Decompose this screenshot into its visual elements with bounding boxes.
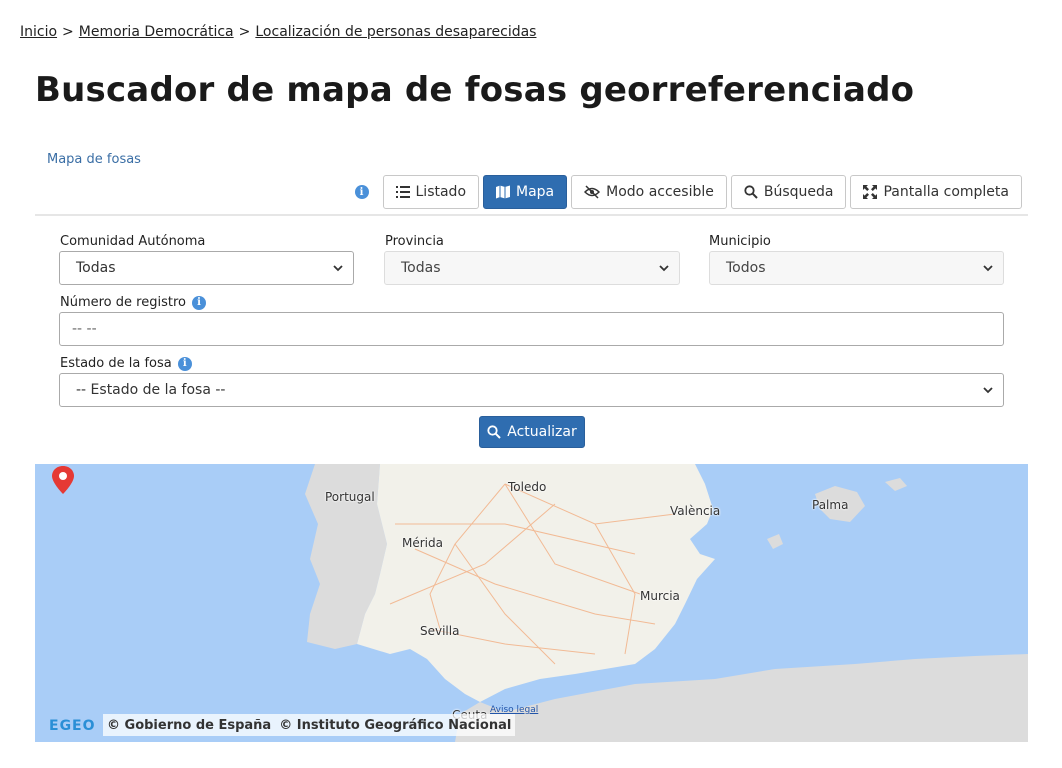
attribution-ign: © Instituto Geográfico Nacional <box>279 717 512 733</box>
eye-slash-icon <box>584 185 601 199</box>
city-palma: Palma <box>812 498 849 512</box>
chevron-down-icon <box>333 265 343 272</box>
mapa-button[interactable]: Mapa <box>483 175 568 209</box>
city-portugal: Portugal <box>325 490 375 504</box>
registro-label: Número de registro i <box>60 295 206 310</box>
comunidad-label: Comunidad Autónoma <box>60 234 205 249</box>
map-attribution: © Gobierno de España © Instituto Geográf… <box>103 714 516 736</box>
breadcrumb-memoria[interactable]: Memoria Democrática <box>79 24 234 40</box>
municipio-value: Todos <box>726 260 766 276</box>
list-icon <box>395 186 410 198</box>
page-title: Buscador de mapa de fosas georreferencia… <box>35 70 915 110</box>
info-icon[interactable]: i <box>177 356 192 371</box>
comunidad-label-text: Comunidad Autónoma <box>60 234 206 249</box>
modo-accesible-button[interactable]: Modo accesible <box>571 175 727 209</box>
municipio-select[interactable]: Todos <box>709 251 1004 285</box>
pantalla-label: Pantalla completa <box>883 184 1009 200</box>
fullscreen-icon <box>863 185 878 199</box>
provincia-select[interactable]: Todas <box>384 251 680 285</box>
provincia-value: Todas <box>401 260 441 276</box>
busqueda-label: Búsqueda <box>763 184 834 200</box>
estado-label: Estado de la fosa i <box>60 356 192 371</box>
comunidad-value: Todas <box>76 260 116 276</box>
city-toledo: Toledo <box>508 480 547 494</box>
fosas-map[interactable]: Portugal Toledo València Palma Mérida Mu… <box>35 464 1028 742</box>
mapa-label: Mapa <box>516 184 555 200</box>
pantalla-completa-button[interactable]: Pantalla completa <box>850 175 1022 209</box>
municipio-label-text: Municipio <box>709 234 771 249</box>
info-icon[interactable]: i <box>191 295 206 310</box>
registro-input[interactable]: -- -- <box>59 312 1004 346</box>
chevron-down-icon <box>659 265 669 272</box>
egeo-logo-text: EGEO <box>49 718 96 734</box>
chevron-down-icon <box>983 387 993 394</box>
breadcrumb-inicio[interactable]: Inicio <box>20 24 57 40</box>
estado-value: -- Estado de la fosa -- <box>76 382 226 398</box>
chevron-down-icon <box>983 265 993 272</box>
map-pin-icon <box>52 466 74 494</box>
map-canvas[interactable] <box>35 464 1028 742</box>
search-icon <box>487 425 501 439</box>
divider <box>35 214 1028 216</box>
estado-label-text: Estado de la fosa <box>60 356 172 371</box>
comunidad-select[interactable]: Todas <box>59 251 354 285</box>
estado-select[interactable]: -- Estado de la fosa -- <box>59 373 1004 407</box>
actualizar-button[interactable]: Actualizar <box>479 416 585 448</box>
registro-placeholder: -- -- <box>72 321 97 337</box>
busqueda-button[interactable]: Búsqueda <box>730 175 847 209</box>
ibiza-land <box>767 534 783 549</box>
view-toolbar: i Listado Mapa Modo accesible Búsqueda P… <box>354 175 1022 209</box>
info-icon[interactable]: i <box>354 185 369 199</box>
actualizar-label: Actualizar <box>507 424 577 440</box>
breadcrumb-separator: > <box>238 24 251 40</box>
city-sevilla: Sevilla <box>420 624 460 638</box>
listado-label: Listado <box>415 184 467 200</box>
menorca-land <box>885 478 907 491</box>
provincia-label-text: Provincia <box>385 234 444 249</box>
city-valencia: València <box>670 504 721 518</box>
accesible-label: Modo accesible <box>606 184 714 200</box>
map-icon <box>496 185 511 199</box>
spain-land <box>357 464 715 702</box>
city-murcia: Murcia <box>640 589 680 603</box>
section-label: Mapa de fosas <box>47 152 141 167</box>
attribution-gobierno: © Gobierno de España <box>107 717 272 733</box>
provincia-label: Provincia <box>385 234 444 249</box>
listado-button[interactable]: Listado <box>382 175 480 209</box>
breadcrumb: Inicio > Memoria Democrática > Localización … <box>20 24 536 40</box>
registro-label-text: Número de registro <box>60 295 186 310</box>
breadcrumb-separator: > <box>62 24 74 40</box>
breadcrumb-localizacion[interactable]: Localización de personas desaparecidas <box>255 24 536 40</box>
municipio-label: Municipio <box>709 234 771 249</box>
search-icon <box>744 185 758 199</box>
city-merida: Mérida <box>402 536 443 550</box>
